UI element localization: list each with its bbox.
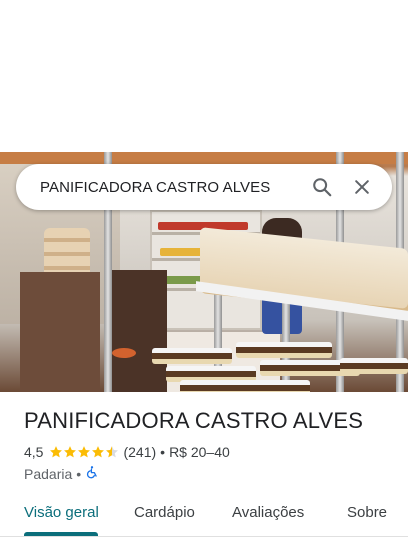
photo-tray (152, 348, 232, 364)
star-half-icon (106, 446, 119, 458)
tab-visao-geral[interactable]: Visão geral (24, 504, 99, 521)
rating-row[interactable]: 4,5 (241) • R$ 20–40 (24, 444, 230, 460)
place-title: PANIFICADORA CASTRO ALVES (24, 408, 364, 433)
photo-ceiling (0, 152, 408, 164)
photo-counter-left (20, 272, 100, 392)
search-bar[interactable]: PANIFICADORA CASTRO ALVES (16, 164, 392, 210)
photo-stool (112, 348, 136, 358)
rating-value: 4,5 (24, 444, 44, 460)
tabs-divider (0, 536, 408, 537)
tab-bar: Visão geral Cardápio Avaliações Sobre (0, 494, 408, 538)
close-icon[interactable] (342, 167, 382, 207)
wheelchair-icon (85, 465, 99, 482)
tab-avaliacoes[interactable]: Avaliações (232, 504, 304, 521)
photo-tray (236, 342, 332, 358)
star-icon (50, 446, 63, 458)
star-icon (78, 446, 91, 458)
place-category: Padaria (24, 465, 73, 482)
star-icon (64, 446, 77, 458)
photo-counter-mid (112, 270, 167, 392)
category-separator: • (76, 465, 82, 482)
star-icon (92, 446, 105, 458)
search-input[interactable]: PANIFICADORA CASTRO ALVES (40, 179, 302, 196)
price-range: R$ 20–40 (169, 444, 230, 460)
category-row: Padaria • (24, 465, 99, 482)
price-separator: • (160, 444, 166, 460)
review-count[interactable]: (241) (123, 444, 156, 460)
search-icon[interactable] (302, 167, 342, 207)
blank-top-area (0, 0, 408, 152)
tab-sobre[interactable]: Sobre (347, 504, 387, 521)
photo-tray (340, 358, 408, 374)
rating-stars (49, 445, 119, 459)
photo-tray (180, 380, 310, 392)
tab-cardapio[interactable]: Cardápio (134, 504, 195, 521)
